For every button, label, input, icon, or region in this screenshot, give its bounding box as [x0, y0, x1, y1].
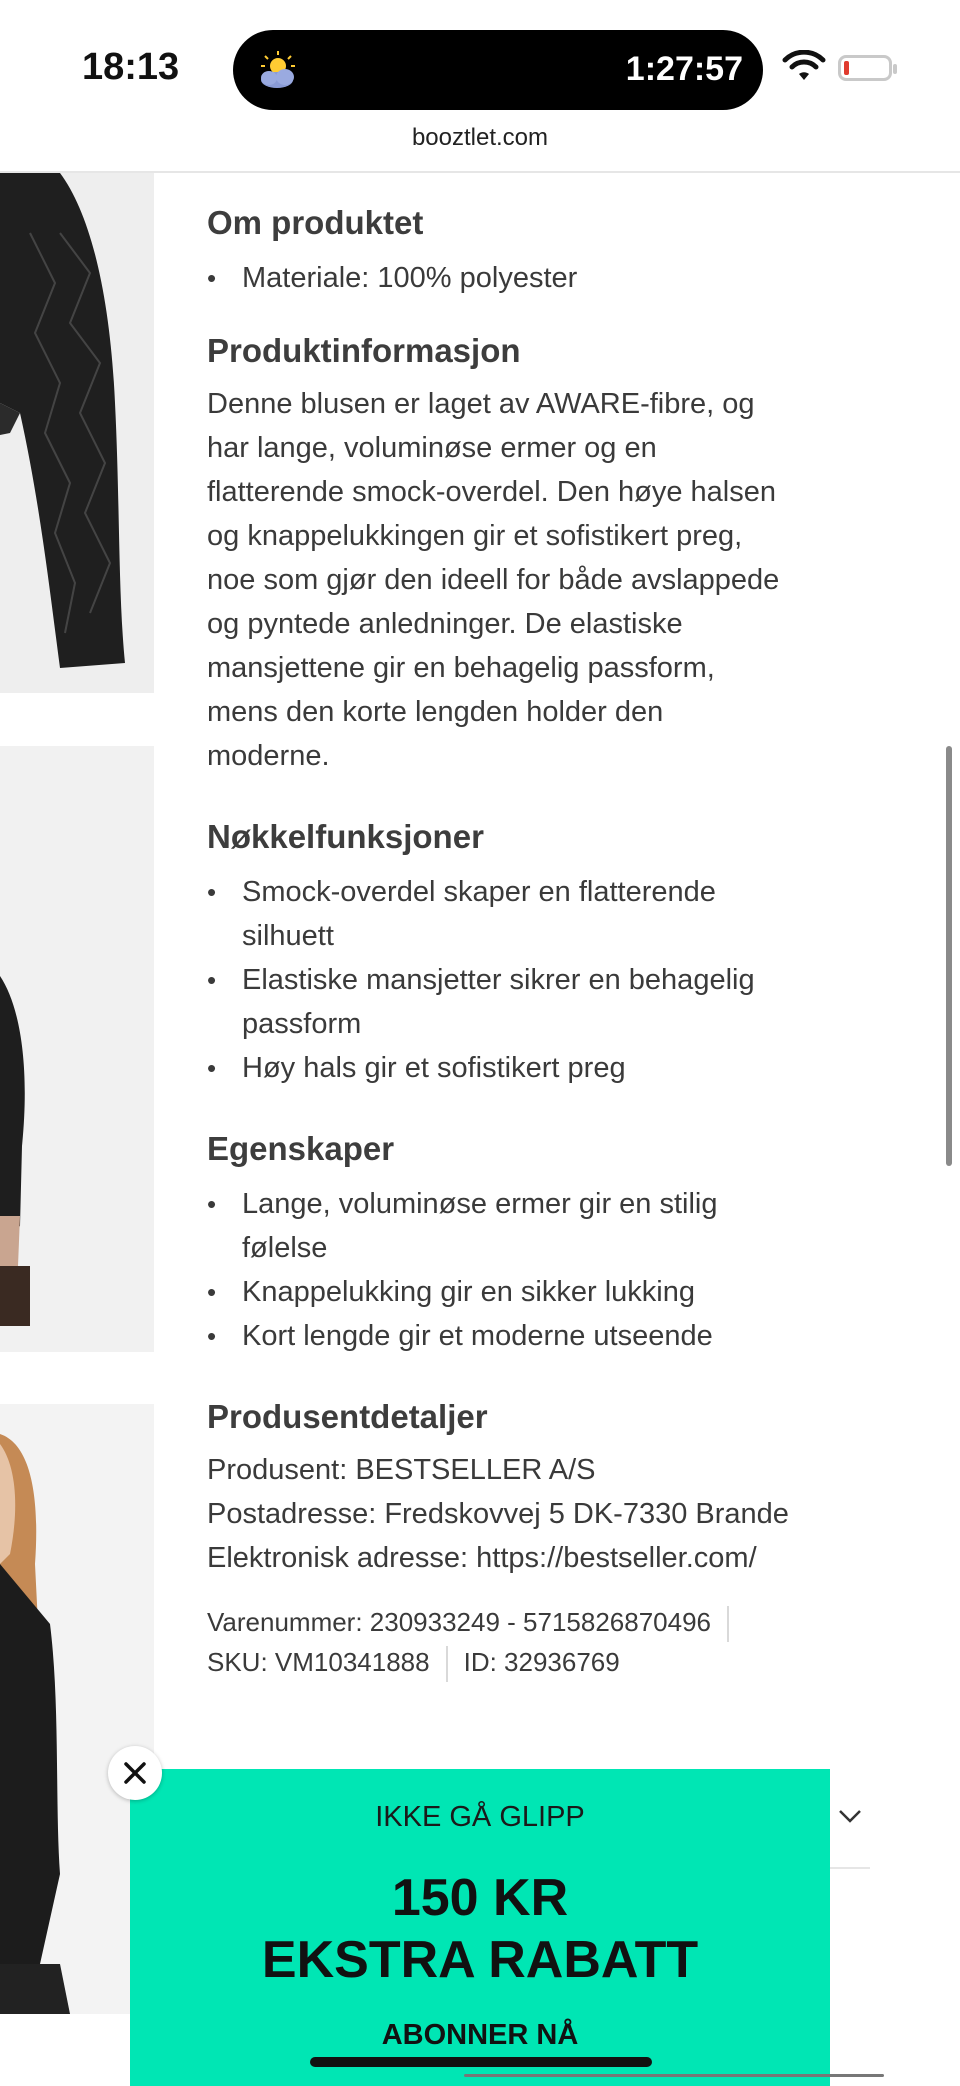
- close-icon: [124, 1762, 146, 1784]
- properties-heading: Egenskaper: [207, 1130, 395, 1167]
- list-item: Materiale: 100% polyester: [207, 256, 887, 300]
- key-features-heading: Nøkkelfunksjoner: [207, 818, 484, 855]
- scrollbar[interactable]: [946, 746, 952, 1166]
- text-line: og pyntede anledninger. De elastiske: [207, 608, 683, 640]
- weather-icon: [261, 51, 295, 88]
- manufacturer-heading: Produsentdetaljer: [207, 1398, 488, 1435]
- text-line: og knappelukkingen gir et sofistikert pr…: [207, 520, 743, 552]
- product-image-2[interactable]: [0, 746, 154, 1352]
- battery-icon: [838, 55, 897, 81]
- website-text: Elektronisk adresse: https://bestseller.…: [207, 1542, 757, 1574]
- battery-level: [844, 61, 849, 75]
- list-item: Smock-overdel skaper en flatterende silhu…: [207, 870, 887, 958]
- promo-eyebrow: IKKE GÅ GLIPP: [375, 1801, 585, 1833]
- about-list: Materiale: 100% polyester: [207, 256, 887, 300]
- product-ids: Varenummer: 230933249 - 5715826870496 SK…: [207, 1602, 887, 1683]
- divider: [830, 1867, 870, 1869]
- home-indicator[interactable]: [310, 2057, 652, 2067]
- blouse-sleeve-image: [0, 173, 125, 668]
- list-item: Knappelukking gir en sikker lukking: [207, 1270, 887, 1314]
- subscribe-button[interactable]: ABONNER NÅ: [130, 2019, 830, 2052]
- newsletter-promo[interactable]: IKKE GÅ GLIPP 150 KR EKSTRA RABATT ABONN…: [130, 1769, 830, 2086]
- key-features-list: Smock-overdel skaper en flatterende silhu…: [207, 870, 887, 1090]
- divider: [445, 1646, 448, 1683]
- island-timer: 1:27:57: [625, 50, 743, 88]
- properties-list: Lange, voluminøse ermer gir en stilig føl…: [207, 1182, 887, 1358]
- producer-text: Produsent: BESTSELLER A/S: [207, 1454, 596, 1486]
- text-line: har lange, voluminøse ermer og en: [207, 432, 657, 464]
- product-description: Om produktet Materiale: 100% polyester P…: [207, 180, 887, 1683]
- item-line: silhuett: [242, 920, 334, 952]
- text-line: Denne blusen er laget av AWARE-fibre, og: [207, 388, 755, 420]
- list-item: Høy hals gir et sofistikert preg: [207, 1046, 887, 1090]
- item-number: Varenummer: 230933249 - 5715826870496: [207, 1607, 712, 1637]
- id-row: Varenummer: 230933249 - 5715826870496: [207, 1602, 887, 1643]
- promo-amount: 150 KR: [391, 1869, 569, 1927]
- promo-headline: 150 KR EKSTRA RABATT: [130, 1867, 830, 1991]
- text-line: noe som gjør den ideell for både avslapp…: [207, 564, 780, 596]
- about-heading: Om produktet: [207, 204, 424, 241]
- item-line: Smock-overdel skaper en flatterende: [242, 876, 716, 908]
- address-text: Postadresse: Fredskovvej 5 DK-7330 Brand…: [207, 1498, 789, 1530]
- model-arm-image: [0, 976, 154, 1352]
- text-line: mansjettene gir en behagelig passform,: [207, 652, 715, 684]
- text-line: flatterende smock-overdel. Den høye hals…: [207, 476, 777, 508]
- sku: SKU: VM10341888: [207, 1647, 430, 1678]
- text-line: mens den korte lengden holder den: [207, 696, 664, 728]
- item-line: Elastiske mansjetter sikrer en behagelig: [242, 964, 755, 996]
- promo-subtitle: EKSTRA RABATT: [261, 1931, 699, 1989]
- manufacturer-details: Produsent: BESTSELLER A/S Postadresse: F…: [207, 1448, 887, 1580]
- item-line: passform: [242, 1008, 362, 1040]
- list-item: Lange, voluminøse ermer gir en stilig føl…: [207, 1182, 887, 1270]
- list-item: Kort lengde gir et moderne utseende: [207, 1314, 887, 1358]
- id-row: SKU: VM10341888 ID: 32936769: [207, 1642, 887, 1683]
- item-line: Lange, voluminøse ermer gir en stilig: [242, 1188, 718, 1220]
- product-id: ID: 32936769: [463, 1647, 620, 1678]
- divider: [727, 1606, 730, 1643]
- browser-toolbar-line: [464, 2074, 884, 2077]
- product-image-1[interactable]: [0, 173, 154, 693]
- address-bar-url[interactable]: booztlet.com: [0, 124, 960, 152]
- close-promo-button[interactable]: [108, 1746, 162, 1800]
- chevron-down-icon[interactable]: [836, 1802, 864, 1830]
- product-info-heading: Produktinformasjon: [207, 332, 521, 369]
- clock: 18:13: [82, 46, 180, 88]
- list-item: Elastiske mansjetter sikrer en behagelig…: [207, 958, 887, 1046]
- wifi-icon: [782, 50, 826, 80]
- item-line: følelse: [242, 1232, 328, 1264]
- status-bar: 18:13 1:27:57 booztlet.com: [0, 0, 960, 173]
- text-line: moderne.: [207, 740, 330, 772]
- dynamic-island: 1:27:57: [233, 30, 763, 110]
- product-info-text: Denne blusen er laget av AWARE-fibre, og…: [207, 382, 887, 778]
